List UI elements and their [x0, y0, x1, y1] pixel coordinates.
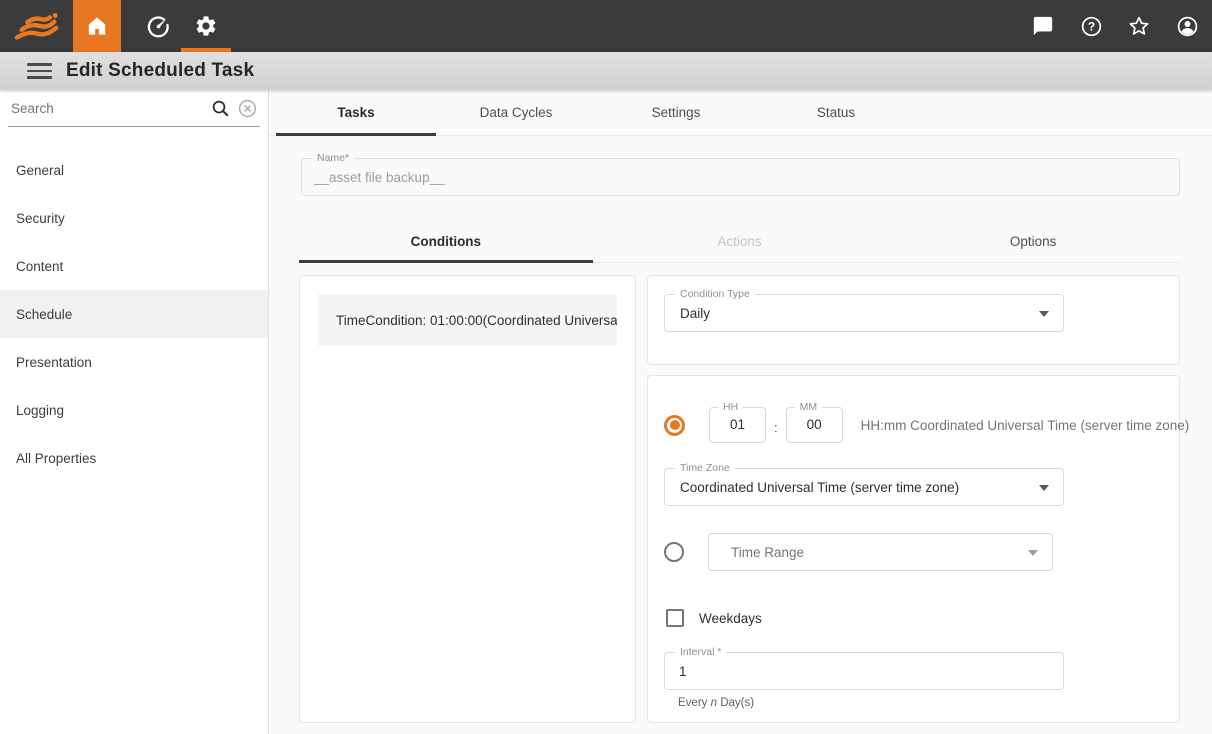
- time-zone-label: Time Zone: [675, 462, 735, 475]
- weekdays-checkbox[interactable]: [666, 609, 684, 627]
- clear-search-button[interactable]: [237, 98, 258, 119]
- time-zone-value: Coordinated Universal Time (server time …: [665, 480, 959, 495]
- topbar-actions: ?: [1019, 0, 1212, 52]
- tab-settings[interactable]: Settings: [596, 90, 756, 135]
- app-logo[interactable]: [0, 0, 73, 52]
- subtab-conditions[interactable]: Conditions: [299, 221, 593, 262]
- account-button[interactable]: [1163, 0, 1211, 52]
- svg-text:?: ?: [1087, 19, 1094, 33]
- chevron-down-icon: [1028, 550, 1038, 556]
- time-range-row: Time Range: [664, 533, 1163, 571]
- sidebar-item-security[interactable]: Security: [0, 194, 268, 242]
- minute-field: MM: [786, 407, 843, 443]
- time-range-radio[interactable]: [664, 542, 684, 562]
- tab-status[interactable]: Status: [756, 90, 916, 135]
- search-icon[interactable]: [210, 98, 231, 119]
- conditions-list-panel: TimeCondition: 01:00:00(Coordinated Univ…: [299, 275, 636, 723]
- sidebar-item-all-properties[interactable]: All Properties: [0, 434, 268, 482]
- fixed-time-row: HH : MM HH:mm Coordinated Universal Time…: [664, 404, 1163, 446]
- fixed-time-radio[interactable]: [664, 415, 685, 436]
- condition-type-label: Condition Type: [675, 288, 755, 301]
- favorites-star-icon: [1127, 14, 1151, 38]
- subtabbar: Conditions Actions Options: [299, 221, 1180, 263]
- messages-icon: [1032, 15, 1054, 37]
- task-content: Name* Conditions Actions Options TimeCon…: [269, 136, 1212, 734]
- interval-helper-text: Every n Day(s): [664, 697, 1163, 709]
- sidebar-item-schedule[interactable]: Schedule: [0, 290, 268, 338]
- sidebar-search: [8, 90, 260, 127]
- menu-button[interactable]: [27, 63, 52, 79]
- name-field-label: Name*: [312, 152, 354, 165]
- daily-settings-card: HH : MM HH:mm Coordinated Universal Time…: [647, 375, 1180, 723]
- hour-field-label: HH: [718, 401, 743, 414]
- name-field: Name*: [301, 158, 1180, 196]
- search-input[interactable]: [8, 101, 210, 116]
- interval-input[interactable]: [665, 664, 1063, 679]
- time-zone-select[interactable]: Time Zone Coordinated Universal Time (se…: [664, 468, 1064, 506]
- page-title: Edit Scheduled Task: [66, 60, 254, 82]
- settings-gear-icon: [194, 14, 218, 38]
- condition-type-select[interactable]: Condition Type Daily: [664, 294, 1064, 332]
- home-icon: [85, 14, 109, 38]
- titlebar: Edit Scheduled Task: [0, 52, 1212, 90]
- time-separator: :: [774, 420, 778, 435]
- chevron-down-icon: [1039, 311, 1049, 317]
- tab-data-cycles[interactable]: Data Cycles: [436, 90, 596, 135]
- edit-scheduled-task-screen: ?: [0, 0, 1212, 734]
- sidebar-item-content[interactable]: Content: [0, 242, 268, 290]
- condition-type-card: Condition Type Daily: [647, 275, 1180, 365]
- weekdays-row: Weekdays: [664, 609, 1163, 627]
- condition-editor: Condition Type Daily HH: [647, 275, 1180, 723]
- sidebar-nav: General Security Content Schedule Presen…: [0, 146, 268, 482]
- help-button[interactable]: ?: [1067, 0, 1115, 52]
- time-format-caption: HH:mm Coordinated Universal Time (server…: [861, 418, 1190, 433]
- weekdays-label: Weekdays: [699, 611, 762, 626]
- main-tabbar: Tasks Data Cycles Settings Status: [269, 90, 1212, 136]
- minute-field-label: MM: [795, 401, 823, 414]
- condition-type-value: Daily: [665, 306, 710, 321]
- nav-home-button[interactable]: [73, 0, 121, 52]
- main-panel: Tasks Data Cycles Settings Status Name* …: [269, 90, 1212, 734]
- time-range-value: Time Range: [709, 545, 804, 560]
- subtab-actions[interactable]: Actions: [593, 221, 887, 262]
- time-range-select[interactable]: Time Range: [708, 533, 1053, 571]
- condition-list-item[interactable]: TimeCondition: 01:00:00(Coordinated Univ…: [318, 294, 617, 346]
- dashboard-gauge-icon: [146, 14, 171, 39]
- favorites-button[interactable]: [1115, 0, 1163, 52]
- topbar: ?: [0, 0, 1212, 52]
- messages-button[interactable]: [1019, 0, 1067, 52]
- primary-nav: [73, 0, 230, 52]
- interval-field: Interval *: [664, 652, 1064, 690]
- logo-swoosh-icon: [14, 7, 60, 45]
- sidebar-item-general[interactable]: General: [0, 146, 268, 194]
- tab-tasks[interactable]: Tasks: [276, 90, 436, 135]
- interval-field-label: Interval *: [675, 646, 726, 659]
- nav-settings-button[interactable]: [182, 0, 230, 52]
- clear-icon: [237, 98, 258, 119]
- sidebar-item-presentation[interactable]: Presentation: [0, 338, 268, 386]
- body: General Security Content Schedule Presen…: [0, 90, 1212, 734]
- account-icon: [1176, 15, 1199, 38]
- hour-field: HH: [709, 407, 766, 443]
- chevron-down-icon: [1039, 485, 1049, 491]
- conditions-panels: TimeCondition: 01:00:00(Coordinated Univ…: [299, 275, 1180, 723]
- sidebar-item-logging[interactable]: Logging: [0, 386, 268, 434]
- name-input[interactable]: [302, 170, 1179, 185]
- nav-dashboard-button[interactable]: [134, 0, 182, 52]
- help-icon: ?: [1080, 15, 1103, 38]
- subtab-options[interactable]: Options: [886, 221, 1180, 262]
- sidebar: General Security Content Schedule Presen…: [0, 90, 269, 734]
